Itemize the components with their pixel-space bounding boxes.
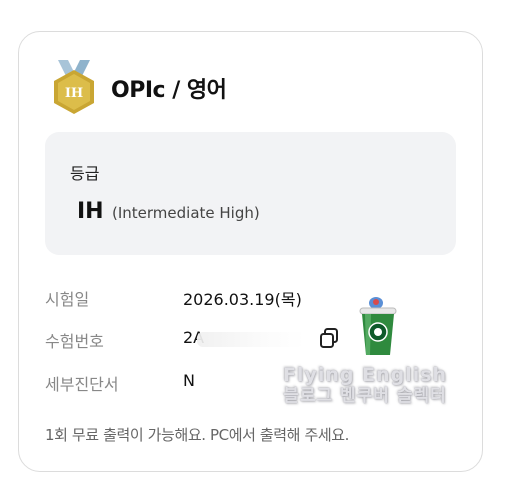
watermark-line-2: 블로그 벤쿠버 슬렉터 [283, 386, 447, 406]
medal-icon: IH [54, 60, 94, 114]
detailed-report-value: N [183, 371, 195, 390]
grade-full-name: (Intermediate High) [112, 204, 260, 222]
exam-date-value: 2026.03.19(목) [183, 290, 302, 309]
grade-panel [45, 132, 456, 255]
starbucks-cup-sticker [359, 297, 397, 355]
redaction-blur [197, 332, 305, 347]
page-title: OPIc / 영어 [111, 78, 227, 103]
exam-date-label: 시험일 [45, 290, 90, 309]
registration-number-field: 2A [183, 328, 308, 350]
copy-icon[interactable] [318, 327, 340, 349]
print-notice: 1회 무료 출력이 가능해요. PC에서 출력해 주세요. [45, 426, 350, 444]
watermark: Flying English 블로그 벤쿠버 슬렉터 [272, 365, 458, 407]
grade-code: IH [77, 199, 104, 224]
watermark-line-1: Flying English [282, 364, 448, 386]
registration-number-label: 수험번호 [45, 332, 104, 351]
medal-badge-text: IH [65, 86, 83, 101]
grade-label: 등급 [70, 164, 100, 183]
detailed-report-label: 세부진단서 [45, 375, 119, 394]
